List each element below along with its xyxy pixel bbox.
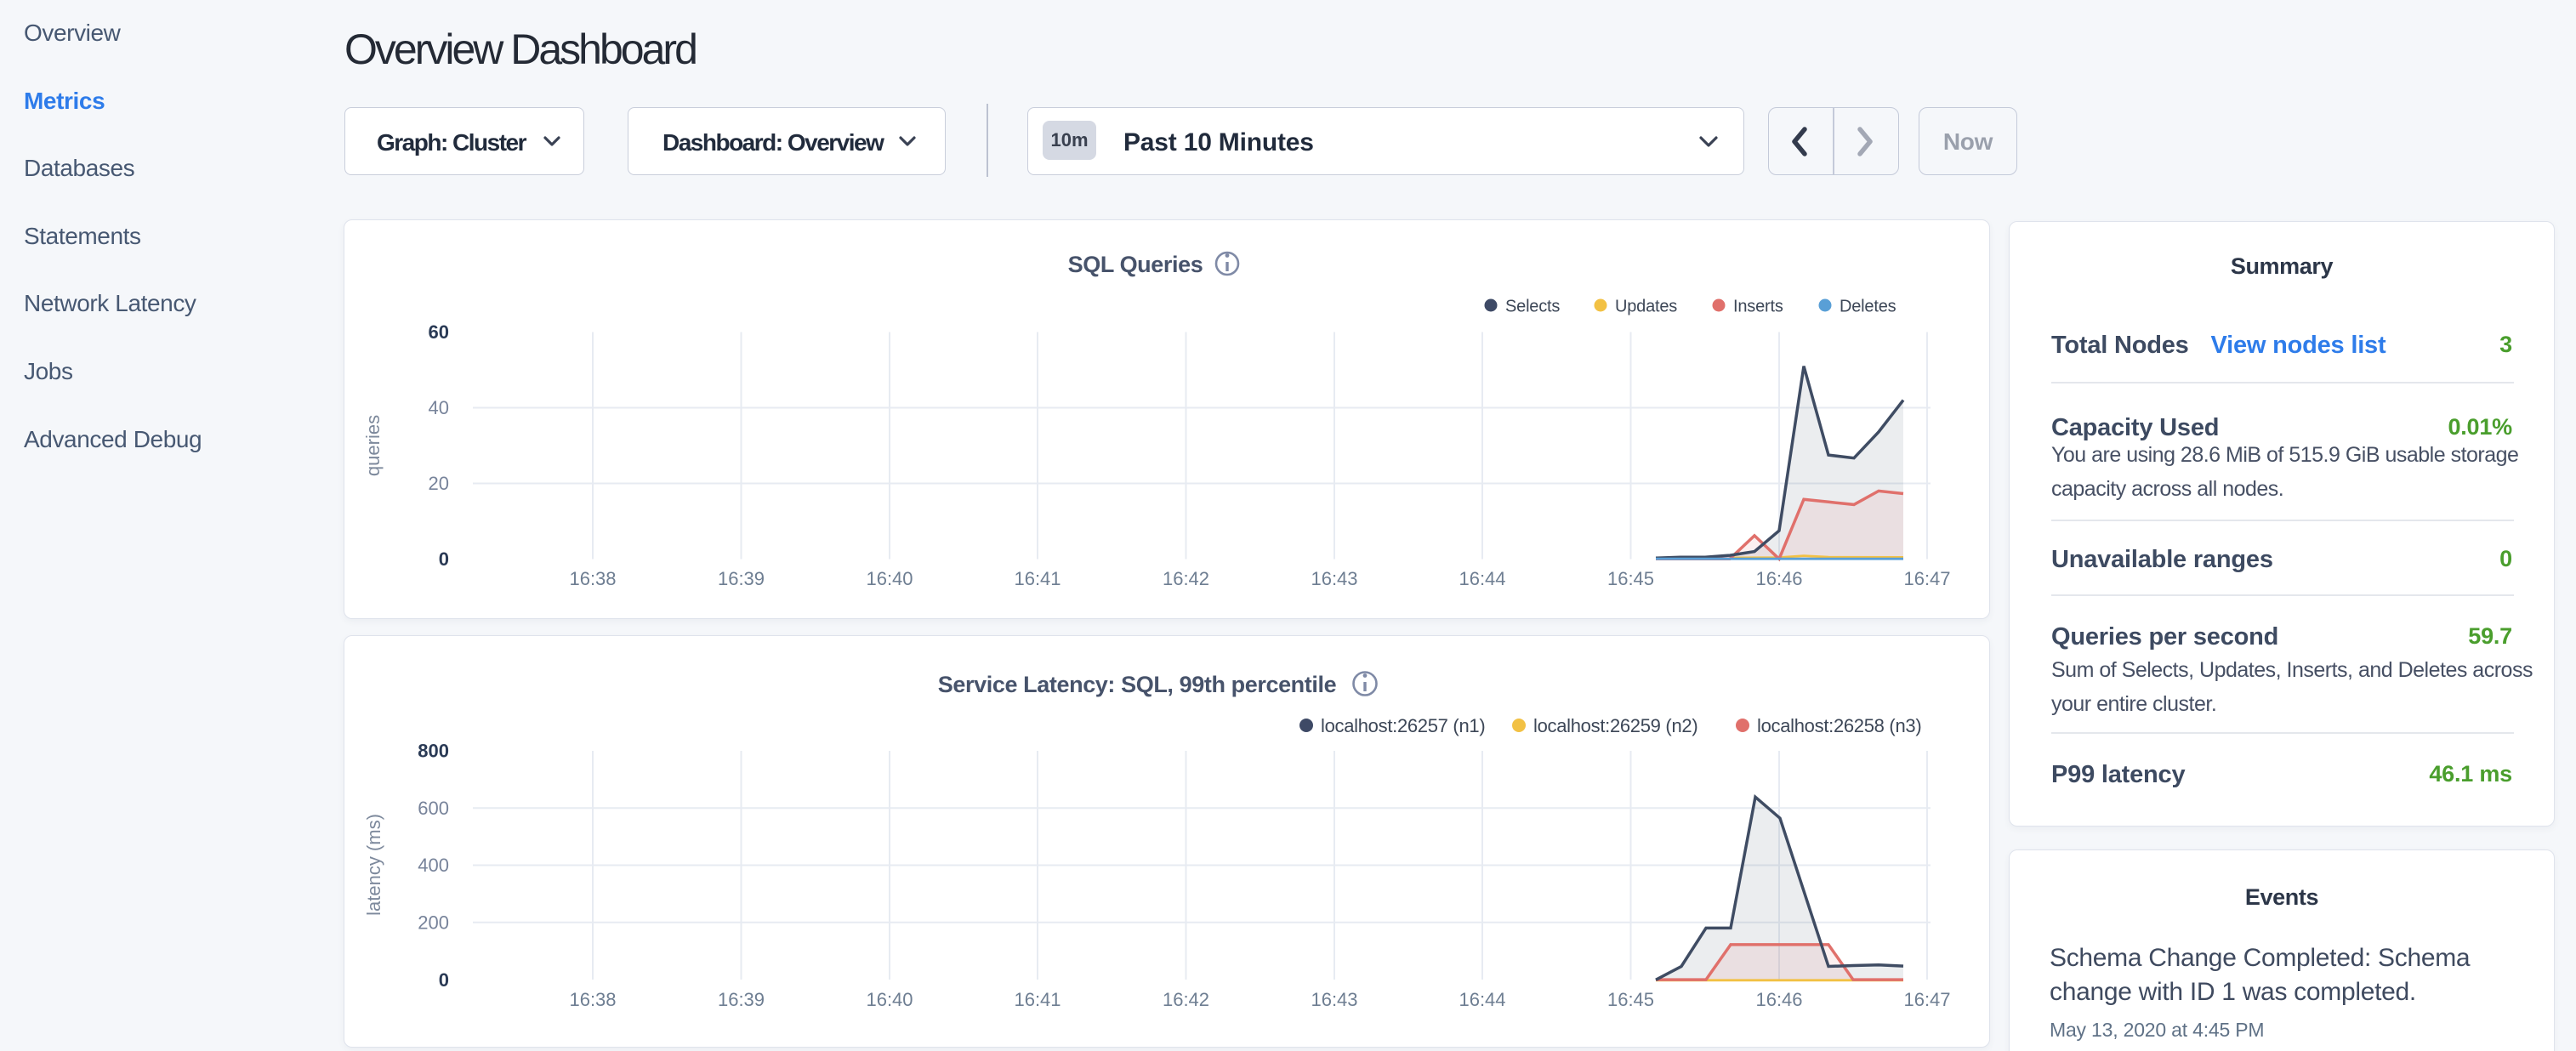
svg-text:16:44: 16:44 [1459,989,1505,1010]
svg-text:0: 0 [439,969,449,991]
svg-text:Service Latency: SQL, 99th per: Service Latency: SQL, 99th percentile [938,672,1337,697]
svg-text:16:40: 16:40 [866,568,913,589]
svg-text:16:38: 16:38 [569,989,616,1010]
svg-text:16:47: 16:47 [1903,989,1950,1010]
svg-text:16:41: 16:41 [1014,989,1061,1010]
svg-text:16:39: 16:39 [718,989,765,1010]
svg-text:localhost:26258 (n3): localhost:26258 (n3) [1757,715,1921,736]
svg-text:queries: queries [362,415,384,476]
svg-text:800: 800 [418,741,449,762]
svg-text:16:46: 16:46 [1755,568,1802,589]
svg-text:16:42: 16:42 [1163,568,1209,589]
svg-text:200: 200 [418,912,449,933]
svg-text:latency (ms): latency (ms) [363,814,384,916]
svg-text:localhost:26259 (n2): localhost:26259 (n2) [1533,715,1697,736]
svg-text:16:43: 16:43 [1311,568,1357,589]
svg-text:0: 0 [439,548,449,570]
svg-text:16:38: 16:38 [569,568,616,589]
svg-text:Updates: Updates [1615,298,1677,316]
svg-text:20: 20 [429,473,449,494]
svg-text:16:46: 16:46 [1755,989,1802,1010]
svg-text:Deletes: Deletes [1840,298,1896,316]
svg-text:16:47: 16:47 [1903,568,1950,589]
svg-text:16:45: 16:45 [1607,989,1654,1010]
svg-text:16:45: 16:45 [1607,568,1654,589]
svg-text:16:41: 16:41 [1014,568,1061,589]
svg-text:16:43: 16:43 [1311,989,1357,1010]
svg-text:Inserts: Inserts [1733,298,1783,316]
svg-text:40: 40 [429,397,449,418]
svg-text:Selects: Selects [1505,298,1560,316]
svg-text:16:40: 16:40 [866,989,913,1010]
svg-text:16:42: 16:42 [1163,989,1209,1010]
svg-text:16:39: 16:39 [718,568,765,589]
svg-text:400: 400 [418,855,449,876]
svg-text:60: 60 [429,321,449,343]
svg-text:localhost:26257 (n1): localhost:26257 (n1) [1321,715,1485,736]
svg-text:600: 600 [418,798,449,819]
svg-text:16:44: 16:44 [1459,568,1505,589]
svg-text:SQL Queries: SQL Queries [1068,252,1203,277]
